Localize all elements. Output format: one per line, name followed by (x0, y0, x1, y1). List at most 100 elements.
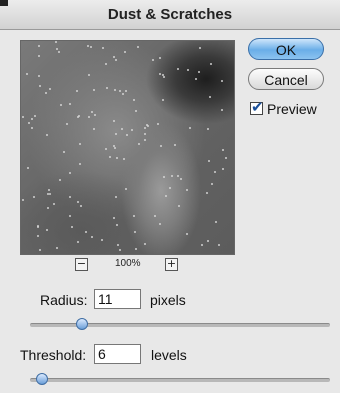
dust-speck (93, 128, 95, 130)
dust-speck (48, 189, 50, 191)
dust-speck (126, 134, 128, 136)
dust-speck (27, 167, 29, 169)
filter-preview-image[interactable] (20, 40, 235, 255)
dust-speck (102, 47, 104, 49)
dust-speck (37, 235, 39, 237)
dust-speck (218, 244, 220, 246)
dust-speck (94, 114, 96, 116)
dust-speck (171, 175, 173, 177)
dust-speck (159, 223, 161, 225)
radius-slider[interactable] (30, 317, 330, 331)
dust-speck (79, 163, 81, 165)
window-title: Dust & Scratches (107, 6, 233, 23)
threshold-slider-thumb[interactable] (36, 373, 48, 385)
checkmark-icon: ✔ (251, 98, 264, 116)
radius-unit-label: pixels (150, 292, 186, 308)
dust-speck (133, 99, 135, 101)
radius-input[interactable]: 11 (94, 289, 141, 309)
dust-speck (186, 189, 188, 191)
threshold-slider[interactable] (30, 372, 330, 386)
title-bar[interactable]: Dust & Scratches (0, 0, 340, 30)
dust-speck (214, 171, 216, 173)
dust-speck (53, 203, 55, 205)
zoom-out-button[interactable]: − (75, 258, 88, 271)
dust-speck (119, 249, 121, 251)
dust-speck (114, 89, 116, 91)
dust-speck (69, 172, 71, 174)
radius-label: Radius: (40, 292, 88, 308)
dust-speck (144, 139, 146, 141)
dust-speck (163, 76, 165, 78)
dust-speck (159, 73, 161, 75)
dust-speck (22, 199, 24, 201)
preview-checkbox[interactable]: ✔ (250, 98, 264, 116)
dust-speck (56, 247, 58, 249)
dust-speck (26, 73, 28, 75)
dust-speck (189, 127, 191, 129)
dust-speck (56, 48, 58, 50)
dust-speck (199, 47, 201, 49)
dust-speck (87, 45, 89, 47)
dust-speck (113, 145, 115, 147)
dust-speck (138, 143, 140, 145)
dust-speck (88, 74, 90, 76)
dust-speck (174, 144, 176, 146)
dust-speck (58, 51, 60, 53)
dust-speck (28, 122, 30, 124)
dust-speck (180, 178, 182, 180)
dust-speck (77, 241, 79, 243)
dust-speck (113, 217, 115, 219)
dust-speck (177, 68, 179, 70)
dust-speck (60, 104, 62, 106)
radius-slider-track[interactable] (30, 323, 330, 327)
dust-speck (101, 239, 103, 241)
dust-speck (37, 226, 39, 228)
dust-speck (125, 90, 127, 92)
dust-speck (125, 188, 127, 190)
dust-speck (69, 215, 71, 217)
dust-speck (113, 120, 115, 122)
dust-speck (206, 192, 208, 194)
dust-speck (117, 244, 119, 246)
dust-speck (122, 93, 124, 95)
dust-speck (113, 56, 115, 58)
dust-speck (79, 143, 81, 145)
preview-checkbox-label[interactable]: Preview (267, 101, 317, 117)
dust-speck (146, 124, 148, 126)
dust-speck (39, 249, 41, 251)
dust-speck (88, 116, 90, 118)
dust-speck (77, 201, 79, 203)
dust-speck (109, 156, 111, 158)
dust-speck (91, 111, 93, 113)
dust-speck (115, 133, 117, 135)
threshold-slider-track[interactable] (30, 378, 330, 382)
dust-speck (90, 46, 92, 48)
dust-speck (114, 147, 116, 149)
dust-speck (91, 236, 93, 238)
dust-speck (222, 168, 224, 170)
dust-speck (105, 148, 107, 150)
dust-speck (186, 233, 188, 235)
dust-speck (207, 240, 209, 242)
dust-speck (69, 103, 71, 105)
dust-speck (144, 127, 146, 129)
radius-slider-thumb[interactable] (76, 318, 88, 330)
dust-speck (144, 243, 146, 245)
dust-speck (209, 96, 211, 98)
dust-speck (131, 129, 133, 131)
zoom-controls: − 100% + (75, 258, 185, 274)
cancel-button[interactable]: Cancel (248, 68, 324, 90)
ok-button[interactable]: OK (248, 38, 324, 60)
dust-speck (78, 115, 80, 117)
dust-speck (124, 51, 126, 53)
dust-speck (215, 221, 217, 223)
dust-speck (115, 196, 117, 198)
threshold-input[interactable]: 6 (94, 344, 141, 364)
dust-speck (221, 109, 223, 111)
dust-speck (66, 123, 68, 125)
dust-speck (121, 128, 123, 130)
zoom-in-button[interactable]: + (165, 258, 178, 271)
dust-speck (207, 128, 209, 130)
threshold-label: Threshold: (20, 347, 87, 363)
dust-speck (115, 59, 117, 61)
